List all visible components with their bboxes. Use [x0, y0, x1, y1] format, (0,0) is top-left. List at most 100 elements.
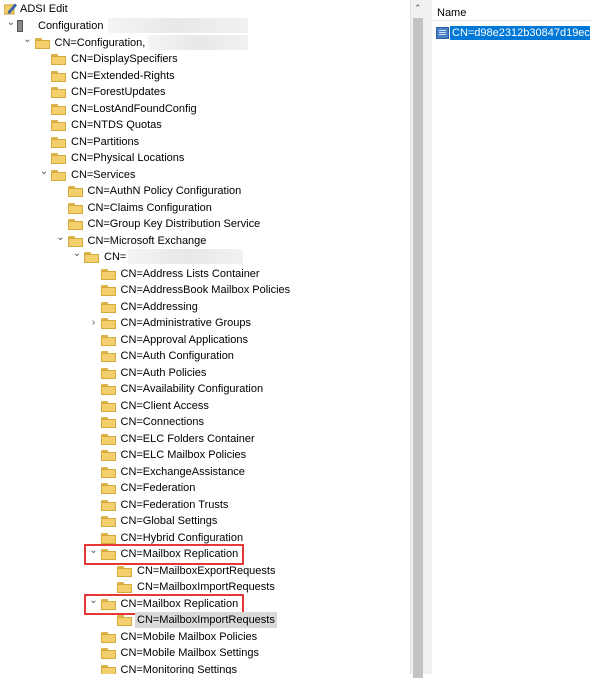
- tree-item[interactable]: CN=Address Lists Container: [0, 266, 400, 282]
- tree-item-label: CN=Addressing: [120, 300, 198, 313]
- tree-item[interactable]: CN=ForestUpdates: [0, 84, 400, 100]
- details-pane[interactable]: Name CN=d98e2312b30847d19ec...: [432, 0, 591, 674]
- tree-item[interactable]: CN=Availability Configuration: [0, 381, 400, 397]
- tree-item[interactable]: CN=LostAndFoundConfig: [0, 101, 400, 117]
- tree-item[interactable]: CN=Federation Trusts: [0, 497, 400, 513]
- server-icon: [17, 20, 23, 32]
- tree-item-label: CN=Group Key Distribution Service: [87, 218, 261, 230]
- tree-item-label: CN=ELC Folders Container: [120, 432, 255, 445]
- details-list-item[interactable]: CN=d98e2312b30847d19ec...: [434, 25, 591, 42]
- tree-item[interactable]: CN=AuthN Policy Configuration: [0, 183, 400, 199]
- tree-item[interactable]: CN=AddressBook Mailbox Policies: [0, 282, 400, 298]
- tree-item[interactable]: CN=MailboxExportRequests: [0, 563, 400, 579]
- folder-icon: [100, 268, 116, 280]
- tree-item-label: CN=NTDS Quotas: [71, 119, 162, 131]
- tree-item[interactable]: ⌄ CN=Configuration,: [0, 32, 400, 51]
- tree-item[interactable]: ⌄ CN=Services: [0, 164, 400, 183]
- folder-icon: [51, 103, 66, 115]
- tree-item-label: CN=Global Settings: [120, 515, 218, 527]
- folder-icon: [100, 516, 116, 527]
- tree-vertical-scrollbar[interactable]: ⌃: [410, 0, 426, 678]
- folder-icon: [100, 384, 116, 395]
- tree-item-label: CN=AuthN Policy Configuration: [87, 185, 242, 197]
- tree-item[interactable]: CN=Auth Configuration: [0, 348, 400, 364]
- tree-pane[interactable]: ADSI Edit ⌄ Configuration ⌄ CN=Configuratio…: [0, 0, 410, 674]
- tree-item[interactable]: CN=Claims Configuration: [0, 200, 400, 216]
- tree-item-label: CN=MailboxImportRequests: [135, 612, 277, 628]
- tree-item[interactable]: CN=Partitions: [0, 134, 400, 150]
- folder-icon: [100, 417, 116, 428]
- tree-item[interactable]: › CN=Administrative Groups: [0, 315, 400, 331]
- tree-item-label: CN=MailboxExportRequests: [137, 564, 276, 577]
- tree-item[interactable]: CN=Mobile Mailbox Policies: [0, 629, 400, 645]
- folder-icon: [100, 318, 116, 329]
- tree-item[interactable]: CN=Monitoring Settings: [0, 662, 400, 674]
- chevron-down-icon[interactable]: ⌄: [39, 164, 49, 180]
- tree-item-label: CN=DisplaySpecifiers: [71, 53, 178, 65]
- folder-icon: [67, 202, 83, 214]
- tree-item[interactable]: CN=ExchangeAssistance: [0, 464, 400, 480]
- scrollbar-thumb[interactable]: [413, 18, 423, 678]
- folder-icon: [51, 54, 66, 65]
- folder-icon: [100, 648, 116, 659]
- tree-item[interactable]: CN=Global Settings: [0, 513, 400, 529]
- chevron-down-icon[interactable]: ⌄: [23, 32, 33, 48]
- tree-item[interactable]: CN=Auth Policies: [0, 365, 400, 381]
- tree-item[interactable]: ⌄ CN=Mailbox Replication: [0, 544, 400, 565]
- tree-item-label: CN=Address Lists Container: [120, 267, 260, 280]
- tree-item-label: CN=ExchangeAssistance: [120, 465, 245, 478]
- tree-item-label: CN=Auth Configuration: [120, 350, 234, 362]
- details-item-label: CN=d98e2312b30847d19ec...: [450, 26, 590, 40]
- folder-icon: [100, 367, 116, 379]
- tree-item-label: CN=ELC Mailbox Policies: [120, 449, 247, 461]
- tree-item[interactable]: CN=Extended-Rights: [0, 68, 400, 84]
- scroll-up-icon[interactable]: ⌃: [414, 3, 422, 14]
- ad-object-icon: [436, 27, 449, 39]
- folder-icon: [100, 466, 116, 478]
- tree-item-label: CN=Approval Applications: [120, 333, 249, 346]
- chevron-down-icon[interactable]: ⌄: [56, 230, 66, 246]
- folder-icon: [100, 351, 116, 362]
- tree-item[interactable]: CN=DisplaySpecifiers: [0, 51, 400, 67]
- chevron-right-icon[interactable]: ›: [89, 315, 99, 331]
- adsi-edit-icon: [3, 3, 17, 15]
- tree-item[interactable]: ⌄ CN=Mailbox Replication: [0, 593, 400, 615]
- tree-item[interactable]: CN=Approval Applications: [0, 332, 400, 348]
- tree-item[interactable]: CN=Addressing: [0, 299, 400, 315]
- folder-icon: [117, 615, 132, 626]
- tree-item-label: CN=Administrative Groups: [120, 317, 252, 329]
- tree-item-label: CN=Microsoft Exchange: [87, 234, 207, 247]
- folder-icon: [100, 483, 116, 494]
- tree-item[interactable]: CN=Mobile Mailbox Settings: [0, 645, 400, 661]
- tree-item-label: CN=Configuration,: [54, 36, 146, 49]
- tree-item[interactable]: CN=ELC Mailbox Policies: [0, 447, 400, 463]
- folder-icon: [100, 400, 116, 412]
- folder-icon: [100, 285, 116, 296]
- tree-item[interactable]: CN=Connections: [0, 414, 400, 430]
- tree-item-label: CN=Availability Configuration: [120, 383, 264, 395]
- tree-item[interactable]: CN=ELC Folders Container: [0, 431, 400, 447]
- tree-item[interactable]: ⌄ Configuration: [0, 15, 400, 34]
- tree-item-label: CN=Partitions: [71, 135, 140, 148]
- tree-item[interactable]: CN=Federation: [0, 480, 400, 496]
- tree-item[interactable]: ⌄ CN=Microsoft Exchange: [0, 230, 400, 249]
- folder-icon: [67, 186, 83, 197]
- folder-icon: [51, 169, 66, 181]
- chevron-down-icon[interactable]: ⌄: [72, 246, 82, 262]
- tree-item-label: CN=Mobile Mailbox Policies: [120, 630, 258, 643]
- tree-item[interactable]: CN=Client Access: [0, 398, 400, 414]
- folder-icon: [34, 37, 50, 49]
- tree-item[interactable]: ⌄ CN=: [0, 246, 400, 265]
- chevron-down-icon[interactable]: ⌄: [6, 15, 16, 31]
- tree-item[interactable]: CN=Physical Locations: [0, 150, 400, 166]
- folder-icon: [51, 120, 66, 131]
- tree-item[interactable]: CN=MailboxImportRequests: [0, 612, 400, 628]
- tree-item-label: Configuration: [38, 20, 104, 32]
- redacted-text: [108, 18, 248, 33]
- tree-item-label: CN=Services: [71, 168, 136, 181]
- folder-icon: [100, 301, 116, 313]
- redacted-text: [128, 249, 243, 264]
- name-column-header[interactable]: Name: [432, 0, 591, 21]
- tree-item-label: CN=LostAndFoundConfig: [71, 102, 197, 115]
- tree-item[interactable]: CN=NTDS Quotas: [0, 117, 400, 133]
